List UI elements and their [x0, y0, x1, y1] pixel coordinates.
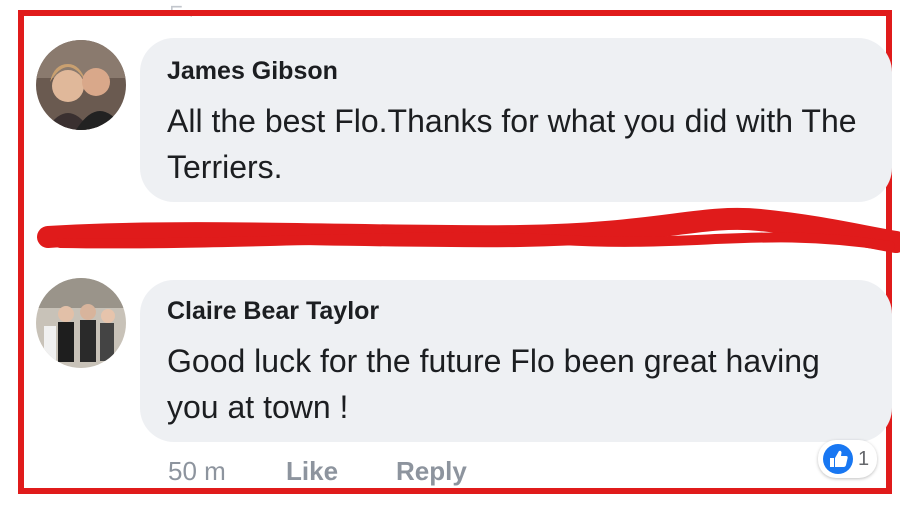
thumbs-up-icon — [823, 444, 853, 474]
reaction-badge[interactable]: 1 — [818, 440, 878, 478]
comment-timestamp[interactable]: 50 m — [168, 456, 226, 487]
like-link[interactable]: Like — [286, 456, 338, 487]
comment-meta-obscured — [168, 208, 468, 232]
comment-author[interactable]: James Gibson — [167, 57, 338, 86]
comment-text: Good luck for the future Flo been great … — [167, 343, 820, 425]
avatar[interactable] — [36, 278, 126, 368]
profile-photo-icon — [36, 40, 126, 130]
avatar[interactable] — [36, 40, 126, 130]
comment-text: All the best Flo.Thanks for what you did… — [167, 103, 857, 185]
profile-photo-icon — [36, 278, 126, 368]
reply-link[interactable]: Reply — [396, 456, 467, 487]
reaction-count: 1 — [858, 447, 870, 470]
comment-author[interactable]: Claire Bear Taylor — [167, 297, 379, 326]
